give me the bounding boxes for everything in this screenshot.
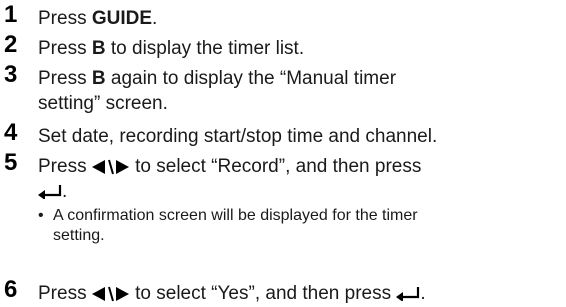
- left-right-arrow-icon: [91, 286, 130, 302]
- step-number: 1: [4, 1, 18, 28]
- enter-return-icon: [38, 184, 62, 199]
- guide-key-label: GUIDE: [91, 8, 153, 29]
- left-right-arrow-icon: [91, 159, 130, 175]
- note: • A confirmation screen will be displayed…: [38, 207, 418, 224]
- note-line2: setting.: [53, 227, 105, 244]
- step-text-line2: setting” screen.: [38, 93, 168, 114]
- enter-return-icon: [396, 286, 420, 301]
- step-number: 3: [4, 61, 18, 88]
- step-text: Press GUIDE.: [38, 8, 158, 29]
- step-text: Press B again to display the “Manual tim…: [38, 68, 397, 89]
- bullet: •: [38, 207, 44, 224]
- step-number: 6: [4, 276, 18, 303]
- b-key-label: B: [91, 68, 106, 89]
- step-text-line2: .: [38, 179, 558, 204]
- step-text: Press to select “Record”, and then press: [38, 156, 422, 177]
- b-key-label: B: [91, 38, 106, 59]
- step-number: 5: [4, 149, 18, 176]
- step-text: Set date, recording start/stop time and …: [38, 126, 438, 147]
- step-number: 4: [4, 119, 18, 146]
- step-number: 2: [4, 31, 18, 58]
- step-text: Press to select “Yes”, and then press .: [38, 283, 426, 304]
- step-text: Press B to display the timer list.: [38, 38, 305, 59]
